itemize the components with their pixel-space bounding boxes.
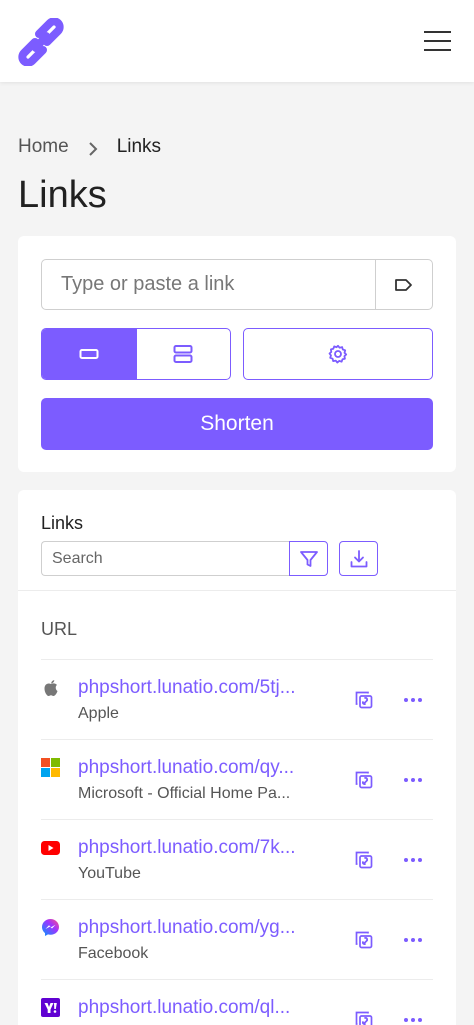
link-row: phpshort.lunatio.com/yg... Facebook [41,899,433,979]
tag-icon[interactable] [375,260,432,309]
shorten-button[interactable]: Shorten [41,398,433,450]
link-input-group [41,259,433,310]
breadcrumb-home-link[interactable]: Home [18,136,69,158]
chain-link-logo-icon[interactable] [16,17,66,67]
short-link-url[interactable]: phpshort.lunatio.com/qy... [78,757,308,779]
shortener-card: Shorten [18,236,456,472]
copy-link-icon[interactable] [352,688,376,712]
copy-link-icon[interactable] [352,1008,376,1025]
link-title: Apple [78,705,119,722]
short-link-url[interactable]: phpshort.lunatio.com/ql... [78,997,308,1019]
page-title: Links [18,174,107,216]
link-row: phpshort.lunatio.com/ql... [41,979,433,1025]
gear-icon[interactable] [243,328,433,380]
breadcrumb-current: Links [116,136,162,157]
copy-link-icon[interactable] [352,928,376,952]
single-link-mode-icon[interactable] [42,329,136,379]
link-row: phpshort.lunatio.com/7k... YouTube [41,819,433,899]
links-section-title: Links [41,513,84,533]
short-link-url[interactable]: phpshort.lunatio.com/5tj... [78,677,308,699]
more-options-icon[interactable] [401,1008,425,1025]
breadcrumb: Home Links [18,136,161,158]
short-link-url[interactable]: phpshort.lunatio.com/7k... [78,837,308,859]
yahoo-icon [41,998,60,1017]
copy-link-icon[interactable] [352,768,376,792]
multiple-links-mode-icon[interactable] [135,329,231,379]
apple-icon [41,678,60,697]
link-title: Facebook [78,945,149,962]
links-card: Links URL phpshort.lunatio.com/5tj... Ap… [18,490,456,1025]
top-navbar [0,0,474,82]
hamburger-icon[interactable] [420,26,456,56]
filter-icon[interactable] [289,541,328,576]
link-title: YouTube [78,865,141,882]
download-icon[interactable] [339,541,378,576]
microsoft-icon [41,758,60,777]
messenger-icon [41,918,60,937]
url-column-header: URL [41,619,78,639]
copy-link-icon[interactable] [352,848,376,872]
more-options-icon[interactable] [401,928,425,952]
chevron-right-icon [88,140,98,156]
more-options-icon[interactable] [401,688,425,712]
youtube-icon [41,838,60,857]
more-options-icon[interactable] [401,768,425,792]
short-link-url[interactable]: phpshort.lunatio.com/yg... [78,917,308,939]
links-list: phpshort.lunatio.com/5tj... Apple phpsho… [41,659,433,1025]
more-options-icon[interactable] [401,848,425,872]
divider [18,590,456,591]
link-mode-toggle [41,328,231,380]
link-row: phpshort.lunatio.com/qy... Microsoft - O… [41,739,433,819]
link-input[interactable] [42,260,375,309]
link-row: phpshort.lunatio.com/5tj... Apple [41,659,433,739]
link-title: Microsoft - Official Home Pa... [78,785,291,802]
search-input[interactable] [41,541,290,576]
